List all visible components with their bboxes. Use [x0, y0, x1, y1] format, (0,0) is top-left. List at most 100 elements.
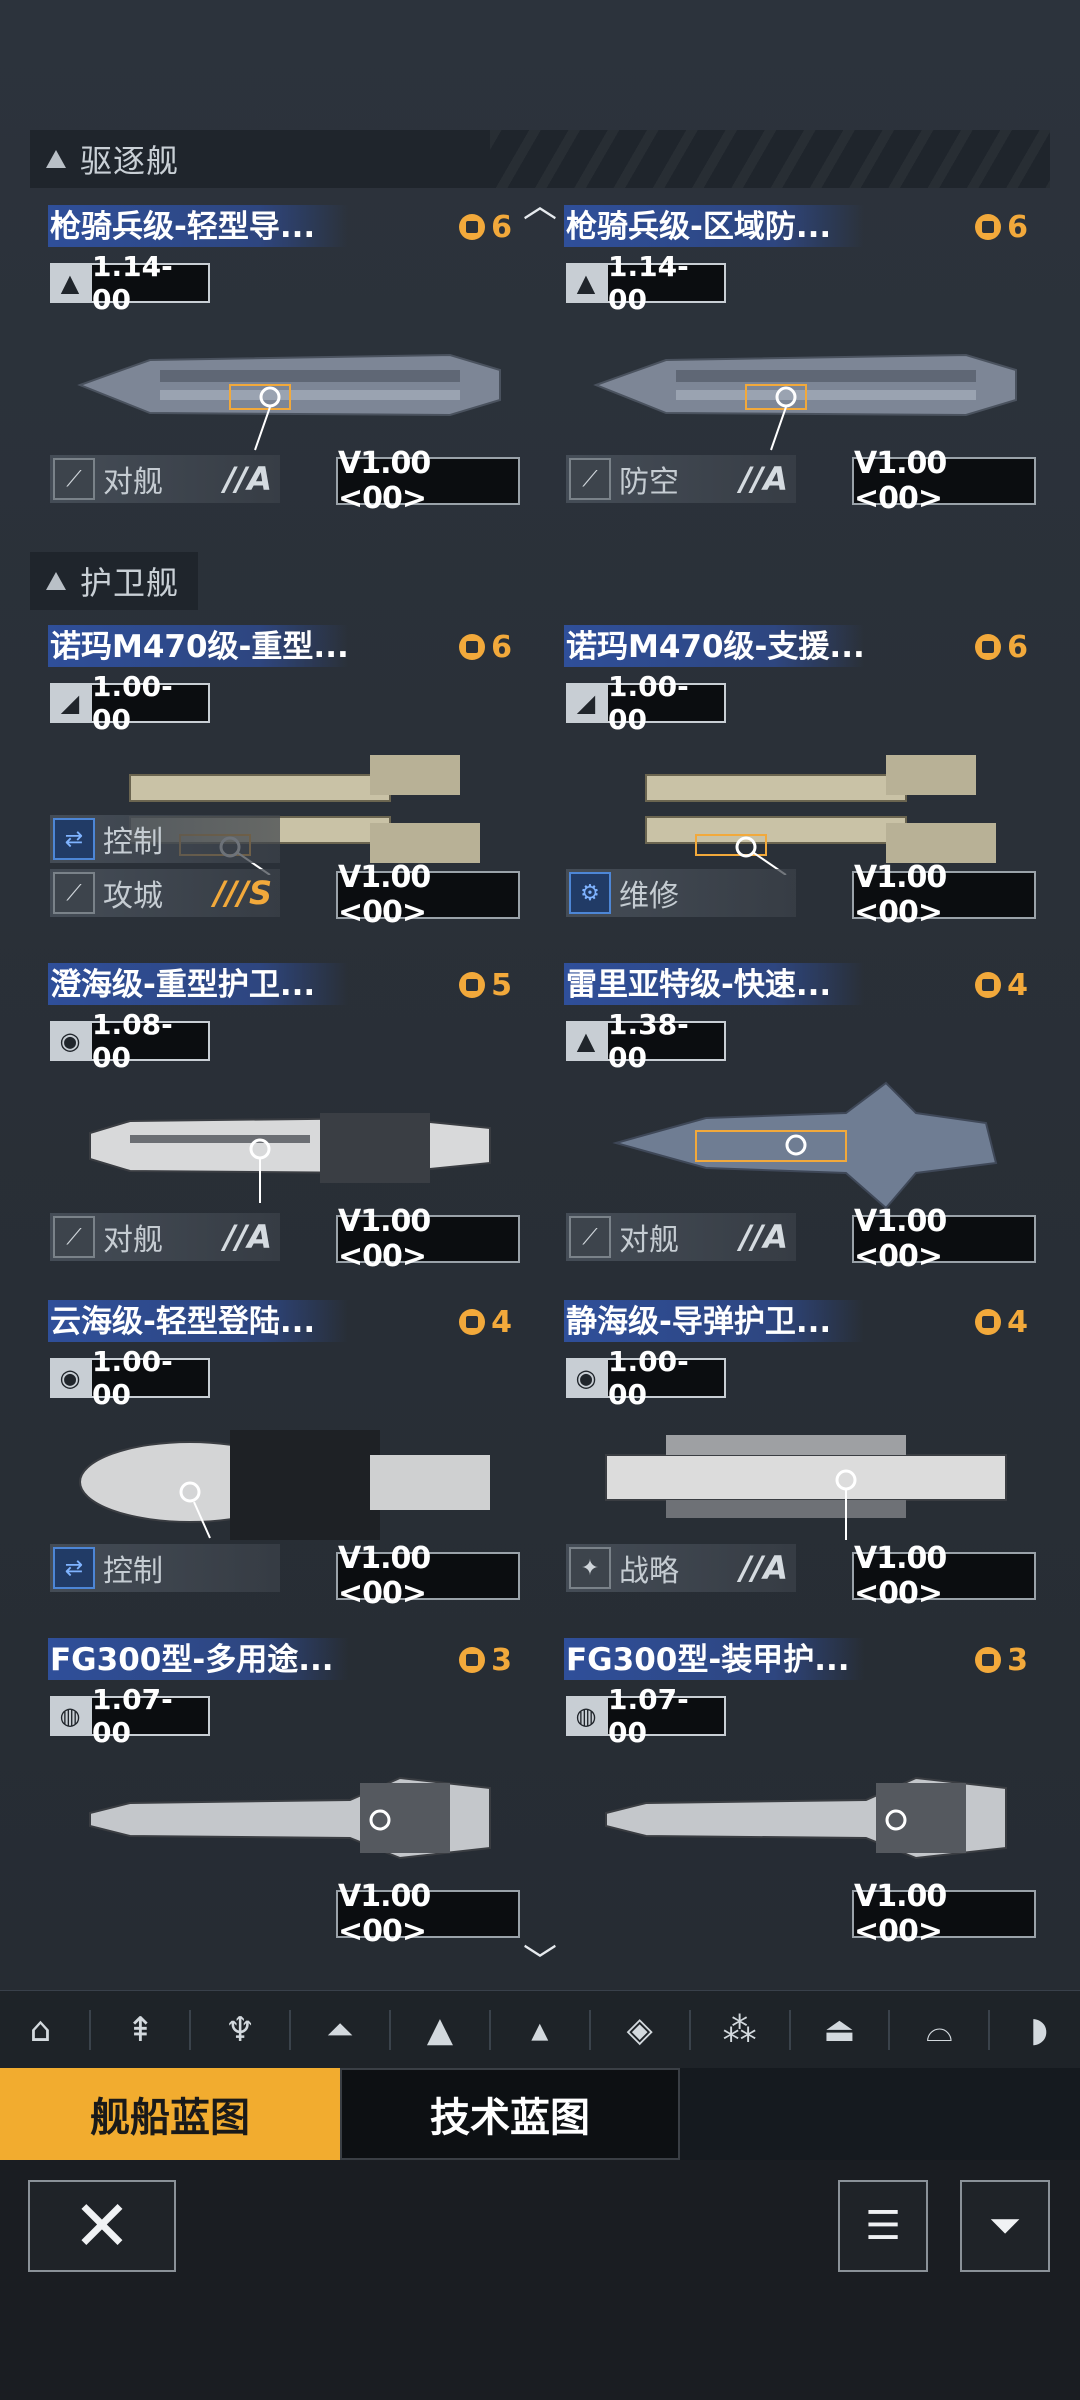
tab-ship-blueprint[interactable]: 舰船蓝图 — [0, 2068, 340, 2160]
role-tag: ⟋ 对舰 //A — [566, 1213, 796, 1261]
tag-label: 控制 — [103, 1554, 163, 1589]
strategy-icon: ✦ — [569, 1547, 611, 1589]
cost-value: 6 — [1007, 209, 1028, 245]
tag-grade: //A — [223, 460, 272, 498]
anti-ship-icon: ⟋ — [53, 458, 95, 500]
role-tag: ⇄ 控制 — [50, 815, 280, 863]
divider — [988, 2010, 991, 2050]
anti-air-icon: ⟋ — [569, 458, 611, 500]
role-tag: ⟋ 防空 //A — [566, 455, 796, 503]
corvette-icon[interactable]: ▴ — [508, 1998, 572, 2062]
tag-label: 防空 — [619, 465, 679, 500]
command-cost-icon — [459, 972, 486, 998]
document-icon: ☰ — [865, 2203, 901, 2249]
stat-value: 1.14-00 — [90, 250, 210, 316]
command-cost-icon — [459, 214, 486, 240]
cruiser-icon[interactable]: ♆ — [208, 1998, 272, 2062]
tag-label: 维修 — [619, 879, 679, 914]
command-cost-icon — [975, 1309, 1002, 1335]
ship-card[interactable]: 诺玛M470级-支援... 6 ◢ 1.00-00 ⚙ 维修 V1.00 <00> — [546, 625, 1046, 945]
close-icon: ✕ — [72, 2185, 132, 2267]
ship-image — [645, 755, 996, 875]
hangar-icon[interactable]: ◗ — [1007, 1998, 1071, 2062]
ship-name: 云海级-轻型登陆... — [50, 1304, 316, 1340]
ship-cost: 3 — [975, 1640, 1028, 1680]
ship-card[interactable]: 静海级-导弹护卫... 4 ◉ 1.00-00 ✦ 战略 //A V1.00 <0… — [546, 1300, 1046, 1620]
stat-box: ◍ 1.07-00 — [566, 1683, 726, 1749]
role-tag: ⚙ 维修 — [566, 869, 796, 917]
ship-image — [89, 1113, 491, 1203]
command-cost-icon — [975, 972, 1002, 998]
command-cost-icon — [459, 1647, 486, 1673]
command-cost-icon — [459, 1309, 486, 1335]
ship-card[interactable]: FG300型-多用途... 3 ◍ 1.07-00 V1.00 <00> — [30, 1638, 530, 1958]
version-badge: V1.00 <00> — [852, 1541, 1036, 1611]
divider — [788, 2010, 791, 2050]
version-badge: V1.00 <00> — [852, 860, 1036, 930]
section-header-frigates[interactable]: 护卫舰 — [30, 552, 198, 610]
version-badge: V1.00 <00> — [852, 1879, 1036, 1949]
ship-card[interactable]: 诺玛M470级-重型... 6 ◢ 1.00-00 ⇄ 控制 ⟋ 攻城 ///S … — [30, 625, 530, 945]
base-icon[interactable]: ⌂ — [8, 1998, 72, 2062]
section-header-destroyers[interactable]: 驱逐舰 — [30, 130, 1050, 188]
ship-name: 枪骑兵级-轻型导... — [50, 209, 316, 245]
ship-image — [593, 353, 1017, 451]
command-cost-icon — [975, 1647, 1002, 1673]
control-icon: ⇄ — [53, 1547, 95, 1589]
stat-box: ▲ 1.38-00 — [566, 1008, 726, 1074]
role-tag: ⟋ 对舰 //A — [50, 1213, 280, 1261]
shield-icon: ◉ — [566, 1358, 606, 1398]
ship-image — [605, 1435, 1007, 1540]
command-cost-icon — [975, 634, 1002, 660]
divider — [888, 2010, 891, 2050]
ship-name: FG300型-装甲护... — [566, 1642, 850, 1678]
scroll-down-icon[interactable]: ﹀ — [520, 1945, 560, 1979]
layer-icon[interactable]: ◈ — [608, 1998, 672, 2062]
ship-card[interactable]: 澄海级-重型护卫... 5 ◉ 1.08-00 ⟋ 对舰 //A V1.00 <0… — [30, 963, 530, 1283]
ship-card[interactable]: 枪骑兵级-区域防... 6 ▲ 1.14-00 ⟋ 防空 //A V1.00 <0… — [546, 205, 1046, 525]
ship-cost: 6 — [975, 207, 1028, 247]
ship-card[interactable]: 雷里亚特级-快速... 4 ▲ 1.38-00 ⟋ 对舰 //A V1.00 <0… — [546, 963, 1046, 1283]
ship-card[interactable]: 枪骑兵级-轻型导... 6 ▲ 1.14-00 ⟋ 对舰 //A V1.00 <0… — [30, 205, 530, 525]
stat-value: 1.07-00 — [90, 1683, 210, 1749]
destroyer-icon[interactable]: ⏶ — [308, 1998, 372, 2062]
tag-label: 对舰 — [103, 1223, 163, 1258]
list-button[interactable]: ☰ — [838, 2180, 928, 2272]
ship-name: 诺玛M470级-支援... — [566, 629, 865, 665]
tag-label: 对舰 — [619, 1223, 679, 1258]
version-badge: V1.00 <00> — [852, 1204, 1036, 1274]
stat-value: 1.00-00 — [606, 1345, 726, 1411]
triangle-icon — [46, 572, 66, 590]
divider — [89, 2010, 92, 2050]
stat-value: 1.08-00 — [90, 1008, 210, 1074]
frigate-icon[interactable]: ▲ — [408, 1998, 472, 2062]
role-tag: ✦ 战略 //A — [566, 1544, 796, 1592]
divider — [189, 2010, 192, 2050]
close-button[interactable]: ✕ — [28, 2180, 176, 2272]
ship-card[interactable]: FG300型-装甲护... 3 ◍ 1.07-00 V1.00 <00> — [546, 1638, 1046, 1958]
divider — [389, 2010, 392, 2050]
ship-cost: 4 — [975, 1302, 1028, 1342]
anti-ship-icon: ⟋ — [53, 1216, 95, 1258]
fighter-icon[interactable]: ⁂ — [708, 1998, 772, 2062]
stat-box: ◉ 1.00-00 — [566, 1345, 726, 1411]
stat-box: ◢ 1.00-00 — [50, 670, 210, 736]
ship-name: 澄海级-重型护卫... — [50, 967, 316, 1003]
tag-grade: //A — [739, 460, 788, 498]
tab-tech-blueprint[interactable]: 技术蓝图 — [340, 2068, 680, 2160]
globe-icon: ◍ — [50, 1696, 90, 1736]
dome-icon[interactable]: ⌓ — [907, 1998, 971, 2062]
ship-name: 诺玛M470级-重型... — [50, 629, 349, 665]
globe-icon: ◍ — [566, 1696, 606, 1736]
ship-name: FG300型-多用途... — [50, 1642, 334, 1678]
stat-value: 1.00-00 — [90, 670, 210, 736]
ship-card[interactable]: 云海级-轻型登陆... 4 ◉ 1.00-00 ⇄ 控制 V1.00 <00> — [30, 1300, 530, 1620]
carrier-icon[interactable]: ⇞ — [108, 1998, 172, 2062]
tag-label: 战略 — [619, 1554, 679, 1589]
filter-button[interactable]: ⏷ — [960, 2180, 1050, 2272]
station-icon[interactable]: ⏏ — [807, 1998, 871, 2062]
tag-grade: //A — [223, 1218, 272, 1256]
shield-icon: ◉ — [50, 1358, 90, 1398]
stat-value: 1.00-00 — [606, 670, 726, 736]
missile-icon: ▲ — [566, 1021, 606, 1061]
